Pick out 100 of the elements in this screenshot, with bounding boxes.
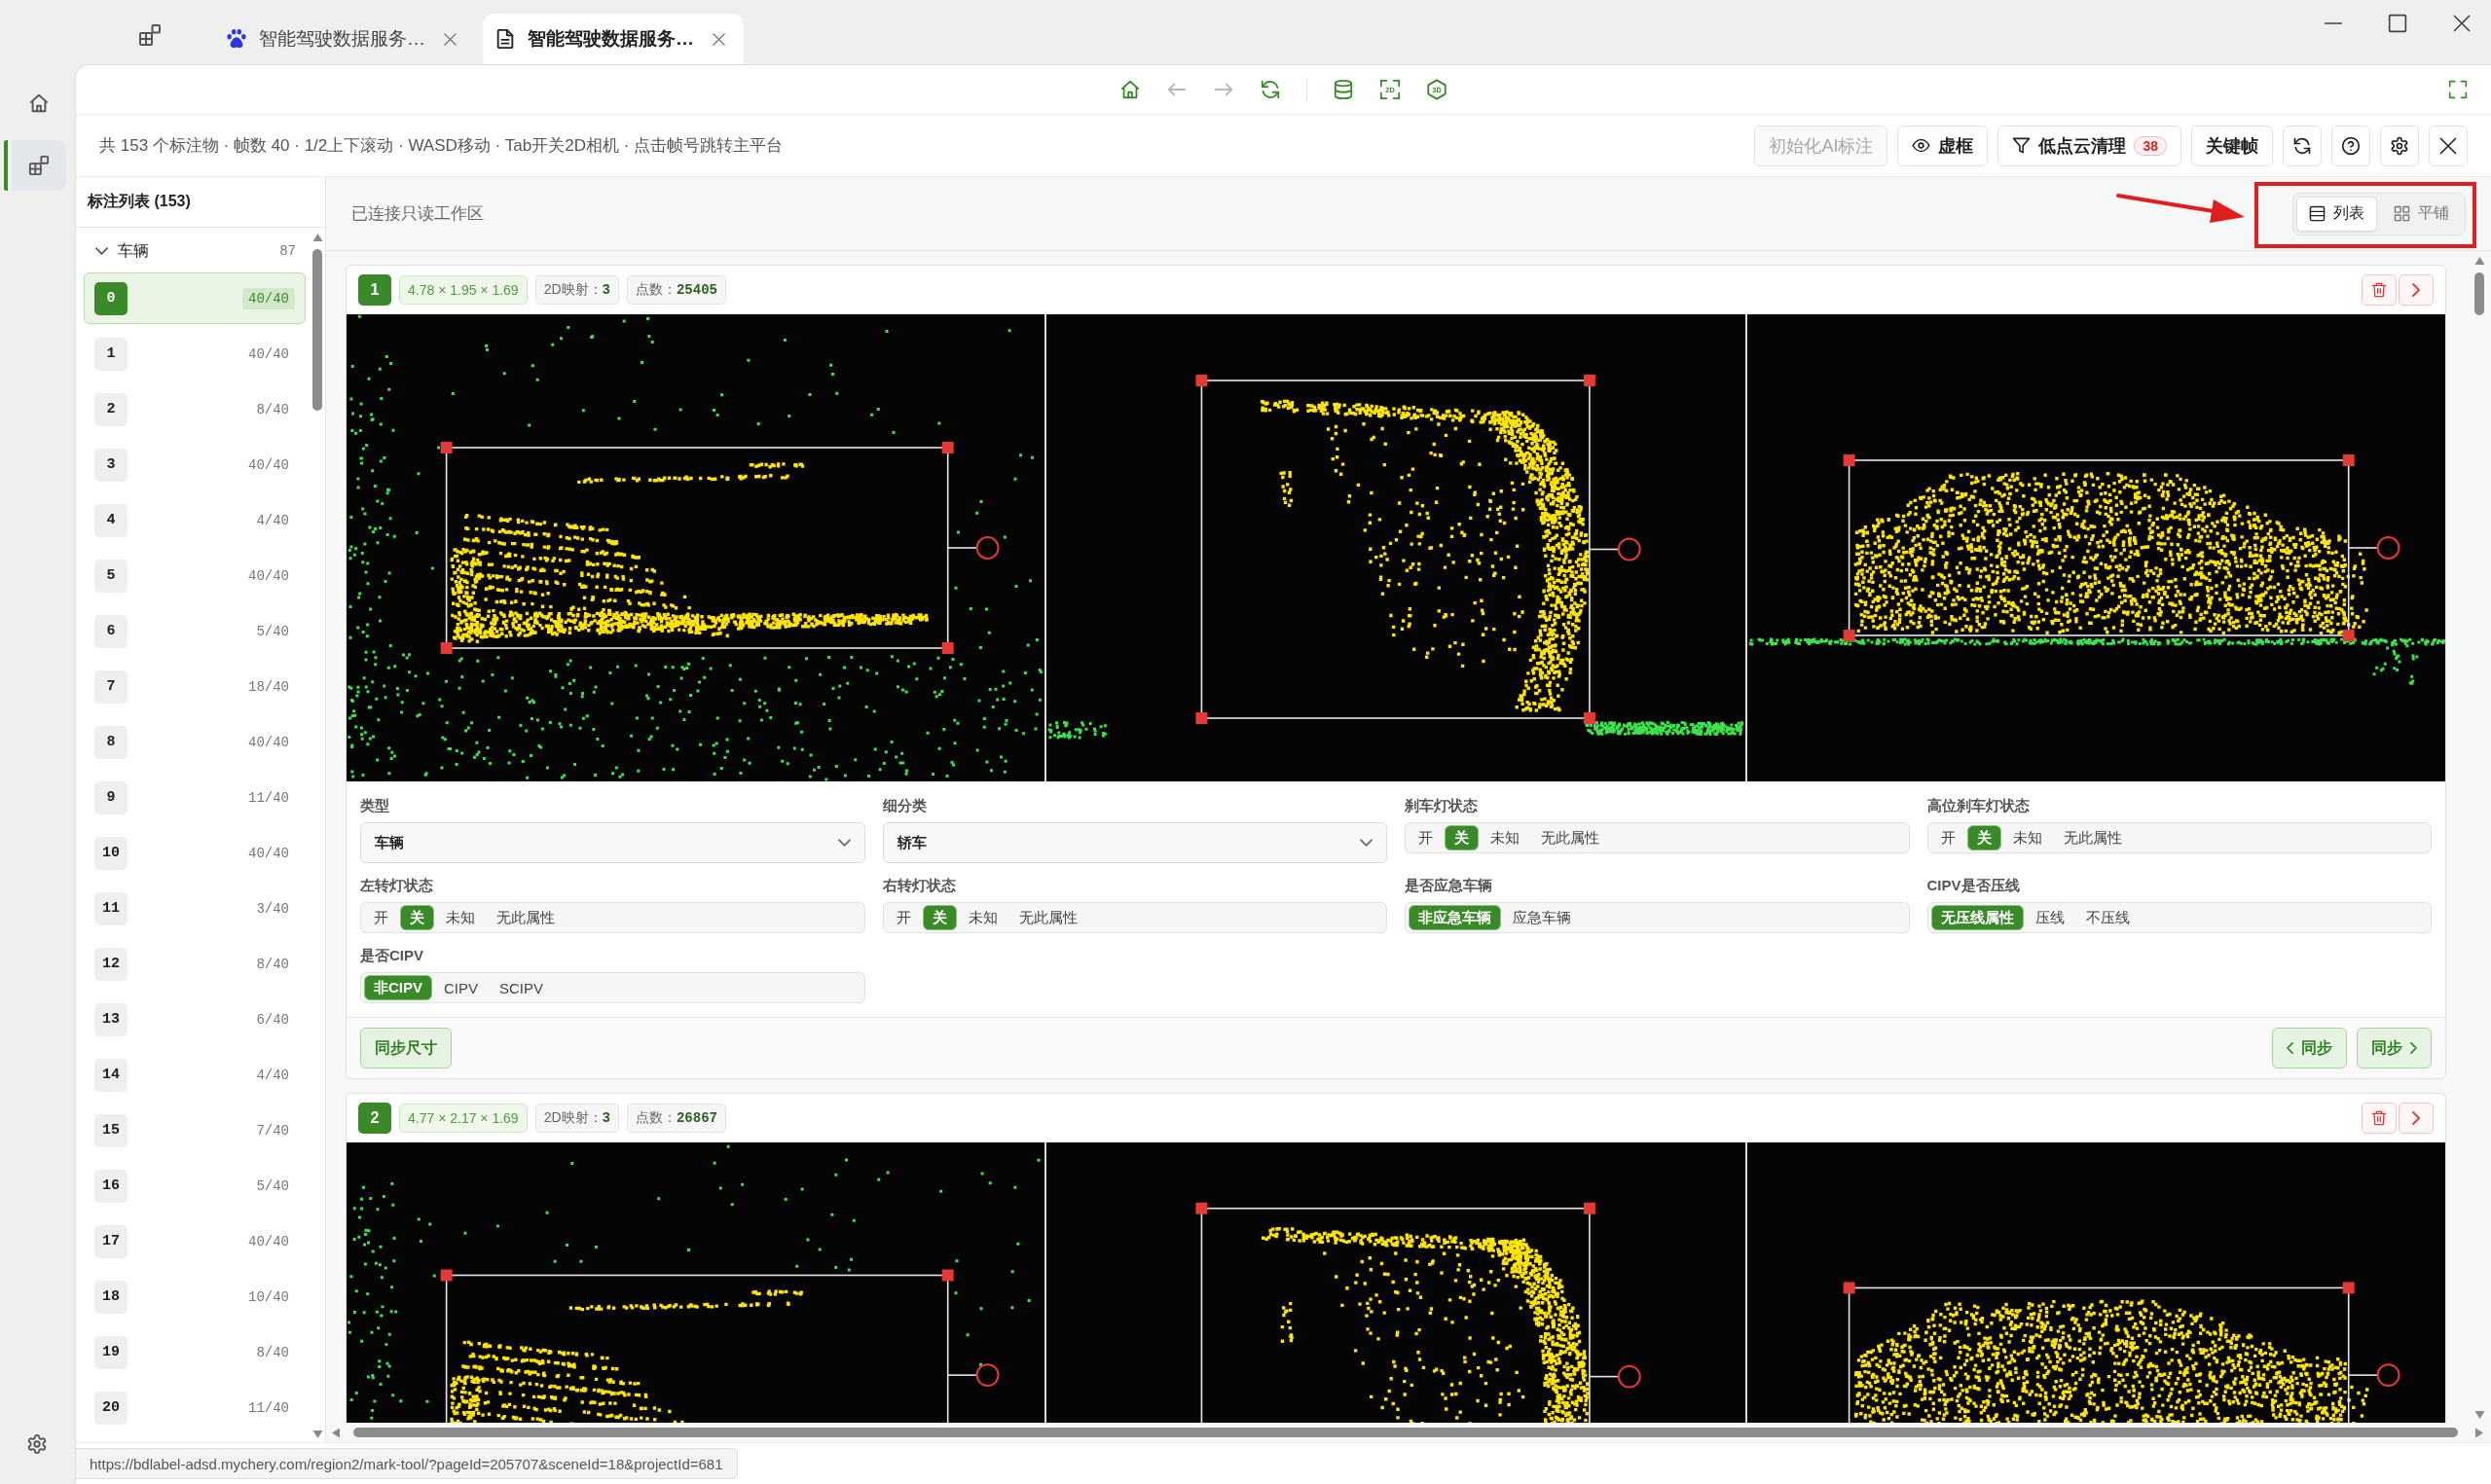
list-item[interactable]: 2 8/40 bbox=[84, 383, 306, 435]
close-button[interactable] bbox=[2429, 125, 2468, 166]
list-item[interactable]: 20 11/40 bbox=[84, 1382, 306, 1433]
id-badge: 12 bbox=[94, 947, 128, 981]
delete-button[interactable] bbox=[2362, 1103, 2397, 1134]
list-item[interactable]: 1 40/40 bbox=[84, 328, 306, 380]
segment-option[interactable]: 不压线 bbox=[2075, 905, 2140, 930]
segment-option[interactable]: SCIPV bbox=[490, 975, 554, 1000]
next-button[interactable] bbox=[2399, 1103, 2434, 1134]
segment-option[interactable]: 关 bbox=[1966, 825, 2001, 851]
next-button[interactable] bbox=[2399, 274, 2434, 306]
scroll-down-icon[interactable] bbox=[311, 1430, 323, 1438]
help-button[interactable] bbox=[2331, 125, 2370, 166]
settings-icon[interactable] bbox=[26, 1433, 48, 1455]
segment-option[interactable]: 开 bbox=[1930, 825, 1965, 851]
sync-size-button[interactable]: 同步尺寸 bbox=[360, 1028, 452, 1068]
view-mode-button[interactable]: 平铺 bbox=[2381, 196, 2462, 232]
segment-option[interactable]: 开 bbox=[1409, 825, 1443, 851]
segment-option[interactable]: 未知 bbox=[436, 905, 485, 930]
refresh-button[interactable] bbox=[2283, 125, 2322, 166]
list-item[interactable]: 17 40/40 bbox=[84, 1215, 306, 1267]
list-item[interactable]: 7 18/40 bbox=[84, 661, 306, 712]
segment-option[interactable]: CIPV bbox=[434, 975, 489, 1000]
list-item[interactable]: 19 8/40 bbox=[84, 1326, 306, 1378]
eye-icon bbox=[1912, 136, 1931, 155]
apps-button[interactable] bbox=[4, 140, 66, 191]
list-item[interactable]: 8 40/40 bbox=[84, 716, 306, 768]
view-mode-button[interactable]: 列表 bbox=[2296, 196, 2377, 232]
refresh-icon[interactable] bbox=[1260, 79, 1281, 100]
sync-previous-button[interactable]: 同步 bbox=[2272, 1028, 2347, 1068]
list-item[interactable]: 9 11/40 bbox=[84, 772, 306, 823]
segment-option[interactable]: 无此属性 bbox=[1531, 825, 1609, 851]
frame-count: 5/40 bbox=[255, 622, 290, 641]
segment-option[interactable]: 未知 bbox=[1481, 825, 1529, 851]
id-badge: 7 bbox=[94, 670, 128, 704]
ghost-box-button[interactable]: 虚框 bbox=[1897, 125, 1989, 166]
maximize-icon[interactable] bbox=[2388, 14, 2407, 33]
scrollbar-thumb[interactable] bbox=[2474, 272, 2484, 315]
list-item[interactable]: 16 5/40 bbox=[84, 1160, 306, 1212]
segment-option[interactable]: 关 bbox=[922, 905, 957, 930]
keyframe-button[interactable]: 关键帧 bbox=[2191, 125, 2273, 166]
close-icon[interactable] bbox=[712, 31, 726, 47]
close-icon bbox=[2438, 135, 2458, 156]
list-item[interactable]: 4 4/40 bbox=[84, 494, 306, 546]
fullscreen-icon[interactable] bbox=[2448, 80, 2468, 99]
segment-option[interactable]: 未知 bbox=[2002, 825, 2052, 851]
point-cloud-cleanup-button[interactable]: 低点云清理 38 bbox=[1997, 125, 2181, 166]
point-count-chip: 点数：25405 bbox=[626, 275, 726, 305]
scrollbar-thumb[interactable] bbox=[312, 249, 322, 411]
card-index-badge[interactable]: 2 bbox=[358, 1103, 391, 1134]
3d-cube-icon[interactable]: 3D bbox=[1426, 79, 1447, 100]
list-item[interactable]: 10 40/40 bbox=[84, 827, 306, 879]
id-badge: 5 bbox=[94, 559, 128, 593]
segment-option[interactable]: 无此属性 bbox=[487, 905, 565, 930]
browser-tab[interactable]: 智能驾驶数据服务… bbox=[214, 14, 475, 64]
card-index-badge[interactable]: 1 bbox=[358, 274, 391, 306]
select-field[interactable]: 轿车 bbox=[882, 822, 1387, 863]
list-item[interactable]: 5 40/40 bbox=[84, 550, 306, 601]
scroll-up-icon[interactable] bbox=[311, 234, 323, 241]
scrollbar-thumb[interactable] bbox=[353, 1428, 2458, 1437]
chevron-right-icon bbox=[2410, 1042, 2417, 1054]
tab-groups-icon[interactable] bbox=[138, 23, 162, 47]
sync-next-button[interactable]: 同步 bbox=[2357, 1028, 2432, 1068]
database-icon[interactable] bbox=[1333, 79, 1354, 100]
segment-option[interactable]: 无此属性 bbox=[2053, 825, 2132, 851]
list-item[interactable]: 12 8/40 bbox=[84, 938, 306, 990]
close-icon[interactable] bbox=[2452, 14, 2472, 33]
segment-option[interactable]: 关 bbox=[1445, 825, 1479, 851]
segment-option[interactable]: 关 bbox=[400, 905, 434, 930]
list-item[interactable]: 13 6/40 bbox=[84, 994, 306, 1045]
list-item[interactable]: 14 4/40 bbox=[84, 1049, 306, 1101]
segment-option[interactable]: 非应急车辆 bbox=[1409, 905, 1501, 930]
segment-option[interactable]: 未知 bbox=[958, 905, 1007, 930]
segment-option[interactable]: 开 bbox=[886, 905, 921, 930]
delete-button[interactable] bbox=[2362, 274, 2397, 306]
segment-option[interactable]: 无压线属性 bbox=[1930, 905, 2024, 930]
scroll-right-icon[interactable] bbox=[2475, 1427, 2483, 1438]
scroll-up-icon[interactable] bbox=[2473, 257, 2485, 265]
list-item[interactable]: 0 40/40 bbox=[84, 272, 306, 324]
select-field[interactable]: 车辆 bbox=[360, 822, 865, 863]
list-item[interactable]: 3 40/40 bbox=[84, 439, 306, 490]
home-icon[interactable] bbox=[1119, 79, 1141, 100]
field-label: 右转灯状态 bbox=[882, 877, 957, 895]
settings-button[interactable] bbox=[2380, 125, 2419, 166]
segment-option[interactable]: 无此属性 bbox=[1008, 905, 1087, 930]
close-icon[interactable] bbox=[443, 31, 458, 47]
scroll-down-icon[interactable] bbox=[2473, 1411, 2485, 1419]
list-item[interactable]: 15 7/40 bbox=[84, 1104, 306, 1156]
list-item[interactable]: 18 10/40 bbox=[84, 1271, 306, 1322]
browser-tab[interactable]: 智能驾驶数据服务… bbox=[483, 14, 744, 64]
list-item[interactable]: 11 3/40 bbox=[84, 883, 306, 934]
scroll-left-icon[interactable] bbox=[332, 1427, 340, 1438]
status-text: 已连接只读工作区 bbox=[351, 203, 484, 225]
group-header[interactable]: 车辆 87 bbox=[84, 234, 306, 269]
segment-option[interactable]: 应急车辆 bbox=[1503, 905, 1581, 930]
segment-option[interactable]: 压线 bbox=[2025, 905, 2074, 930]
segment-option[interactable]: 开 bbox=[364, 905, 398, 930]
frame-count: 8/40 bbox=[255, 1343, 290, 1362]
list-item[interactable]: 6 5/40 bbox=[84, 605, 306, 657]
segment-option[interactable]: 非CIPV bbox=[364, 975, 432, 1000]
